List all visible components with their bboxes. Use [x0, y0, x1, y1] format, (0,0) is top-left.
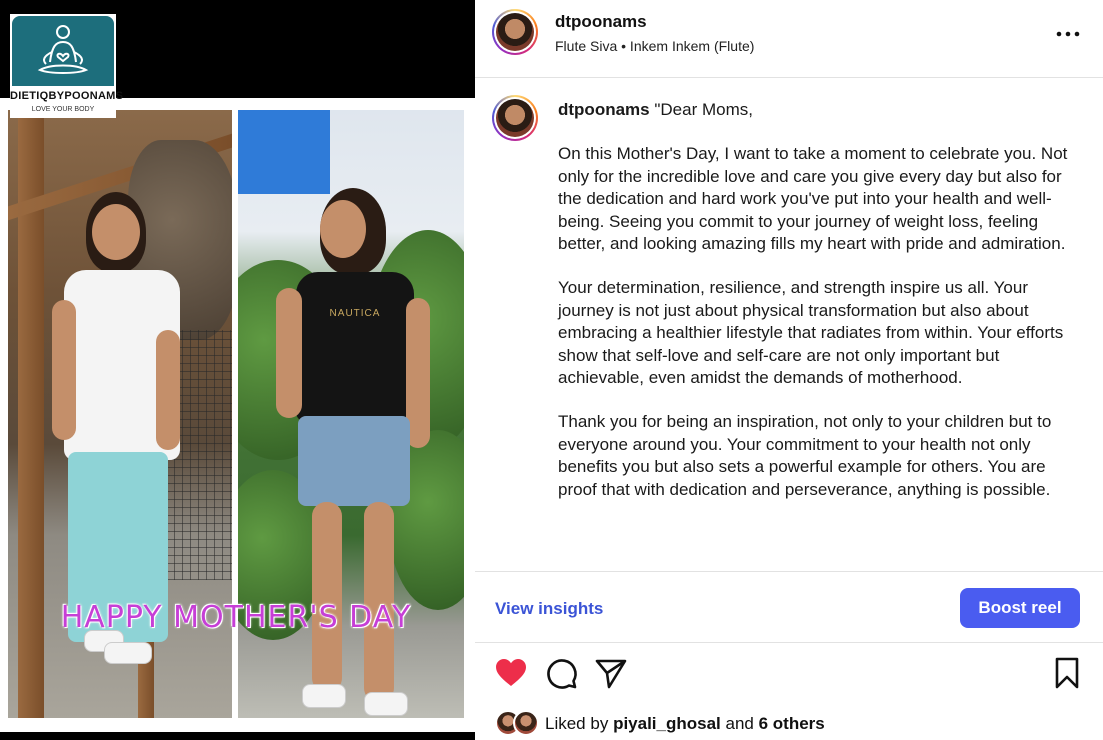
- insights-bar: View insights Boost reel: [475, 571, 1103, 643]
- brand-name: DIETIQBYPOONAMS: [10, 90, 124, 102]
- likes-others-link[interactable]: 6 others: [759, 714, 825, 733]
- likes-text: Liked by piyali_ghosal and 6 others: [545, 714, 825, 734]
- liker-avatars: [495, 710, 543, 736]
- share-button[interactable]: [593, 655, 629, 691]
- caption-paragraph: Your determination, resilience, and stre…: [558, 278, 1064, 388]
- caption-scroll-area[interactable]: dtpoonams "Dear Moms, On this Mother's D…: [475, 79, 1103, 571]
- brand-logo: DIETIQBYPOONAMS LOVE YOUR BODY: [10, 14, 124, 118]
- caption-username[interactable]: dtpoonams: [558, 100, 650, 119]
- post-side-panel: dtpoonams Flute Siva • Inkem Inkem (Flut…: [475, 0, 1103, 740]
- boost-reel-button[interactable]: Boost reel: [960, 588, 1080, 628]
- media-pane[interactable]: NAUTICA HAPPY MOTHER'S DAY DIETIQBYPOONA…: [0, 0, 475, 740]
- caption-paragraph: Thank you for being an inspiration, not …: [558, 412, 1052, 499]
- view-insights-link[interactable]: View insights: [495, 599, 603, 619]
- liker-avatar: [513, 710, 539, 736]
- background-sign: [238, 110, 330, 194]
- author-avatar[interactable]: [492, 9, 538, 55]
- heart-filled-icon: [496, 659, 526, 686]
- meditation-icon: [12, 16, 114, 86]
- comment-button[interactable]: [543, 655, 579, 691]
- shirt-logo: NAUTICA: [329, 308, 381, 319]
- reel-canvas[interactable]: NAUTICA HAPPY MOTHER'S DAY: [0, 98, 475, 732]
- caption-opening: "Dear Moms,: [654, 100, 753, 119]
- liked-by-label: Liked by: [545, 714, 609, 733]
- caption-paragraph: On this Mother's Day, I want to take a m…: [558, 144, 1068, 254]
- likes-connector: and: [725, 714, 754, 733]
- more-horizontal-icon: [1056, 31, 1080, 37]
- send-icon: [595, 659, 627, 689]
- post-header: dtpoonams Flute Siva • Inkem Inkem (Flut…: [475, 0, 1103, 78]
- audio-track-link[interactable]: Flute Siva • Inkem Inkem (Flute): [555, 38, 754, 54]
- reel-image: NAUTICA HAPPY MOTHER'S DAY: [8, 110, 464, 718]
- mothers-day-overlay: HAPPY MOTHER'S DAY: [60, 600, 412, 635]
- liker-username[interactable]: piyali_ghosal: [613, 714, 721, 733]
- post-caption: dtpoonams "Dear Moms, On this Mother's D…: [558, 99, 1073, 523]
- action-bar: [475, 655, 1103, 695]
- bookmark-icon: [1055, 657, 1079, 689]
- caption-author-avatar[interactable]: [492, 95, 538, 141]
- more-options-button[interactable]: [1053, 22, 1083, 46]
- author-username[interactable]: dtpoonams: [555, 12, 647, 32]
- comment-icon: [547, 659, 577, 689]
- brand-tagline: LOVE YOUR BODY: [31, 106, 95, 113]
- save-button[interactable]: [1049, 655, 1085, 691]
- like-button[interactable]: [493, 655, 529, 691]
- instagram-post-view: NAUTICA HAPPY MOTHER'S DAY DIETIQBYPOONA…: [0, 0, 1103, 740]
